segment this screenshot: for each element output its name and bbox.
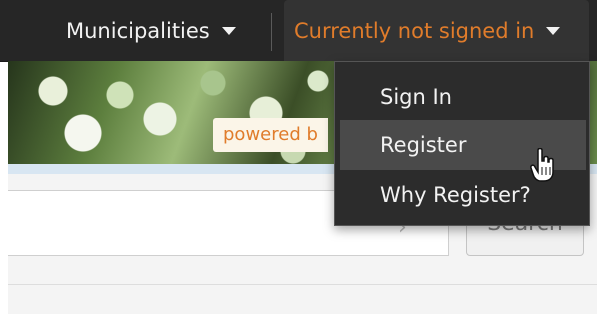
hand-pointer-cursor-icon — [530, 148, 554, 182]
user-status-dropdown[interactable]: Currently not signed in — [284, 0, 589, 61]
powered-by-badge: powered b — [213, 118, 328, 152]
nav-divider — [271, 13, 272, 51]
chevron-down-icon — [546, 26, 561, 35]
municipalities-label: Municipalities — [66, 18, 210, 43]
content-divider — [8, 284, 597, 285]
menu-item-sign-in[interactable]: Sign In — [340, 72, 586, 122]
account-dropdown-menu: Sign In Register Why Register? — [334, 61, 590, 226]
municipalities-dropdown[interactable]: Municipalities — [60, 0, 246, 61]
user-status-label: Currently not signed in — [294, 18, 535, 43]
chevron-down-icon — [221, 26, 236, 35]
screenshot-frame: Municipalities Currently not signed in p… — [0, 0, 597, 314]
top-navigation-bar: Municipalities Currently not signed in — [0, 0, 597, 62]
